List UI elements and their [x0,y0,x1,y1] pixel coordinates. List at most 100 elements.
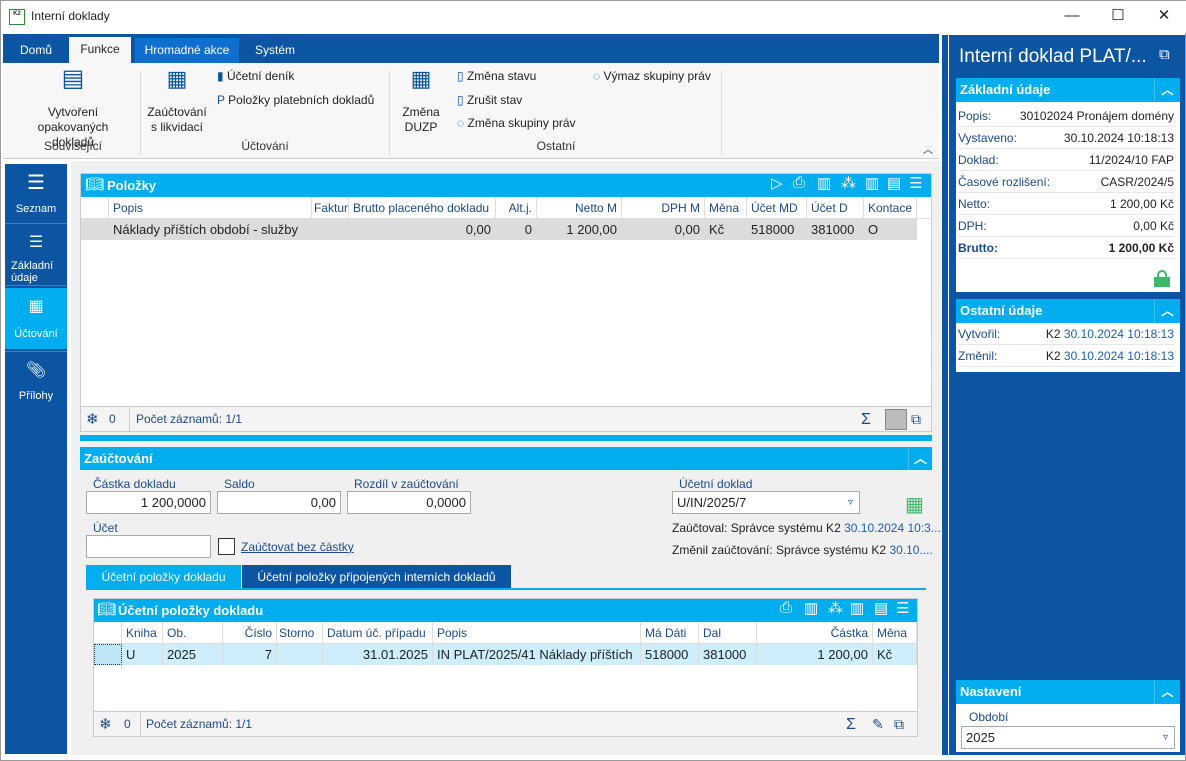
column-header[interactable]: Kniha [122,622,163,644]
zauctovani-s-likvidaci-button[interactable]: ▦ Zaúčtování s likvidací [143,68,211,135]
list-icon: ☰ [28,234,44,251]
maximize-button[interactable]: ☐ [1095,1,1141,31]
bez-castky-checkbox[interactable] [218,538,235,555]
zmena-duzp-button[interactable]: ▦ Změna DUZP [395,68,447,135]
cell-mena: Kč [705,219,747,240]
saldo-input[interactable]: 0,00 [217,491,341,514]
column-header[interactable]: Dal [699,622,757,644]
minimize-button[interactable]: — [1049,1,1095,31]
ucetni-denik-button[interactable]: ▮ Účetní deník [217,69,294,83]
tab-system[interactable]: Systém [243,38,307,63]
zmena-stavu-button[interactable]: ▯ Změna stavu [457,69,536,83]
excel-icon[interactable]: ▤ [887,174,901,192]
panel-splitter[interactable] [942,35,948,755]
obdobi-select[interactable]: 2025 ▿ [961,726,1175,749]
table-row[interactable]: U 2025 7 31.01.2025 IN PLAT/2025/41 Nákl… [94,644,917,665]
sidebar-item-uctovani[interactable]: ▦ Účtování [5,288,67,349]
tab-hromadne-akce[interactable]: Hromadné akce [135,38,239,63]
ucet-input[interactable] [86,535,211,558]
cell-altj: 0 [496,219,537,240]
tab-domu[interactable]: Domů [11,38,61,63]
ucet-label: Účet [93,521,118,535]
castka-dokladu-input[interactable]: 1 200,0000 [86,491,211,514]
dropdown-icon: ▿ [1162,732,1168,743]
columns-icon[interactable]: ▥ [850,599,864,617]
chart-icon[interactable]: ▥ [817,174,831,192]
cell-netto: 1 200,00 [537,219,622,240]
filter-icon[interactable]: ⁂ [828,599,843,617]
close-button[interactable]: ✕ [1141,1,1186,31]
group-label-uctovani: Účtování [241,139,289,153]
edit-icon[interactable]: ✎ [872,712,884,737]
column-header[interactable]: Měna [705,197,747,219]
column-header[interactable]: Částka [757,622,873,644]
tab-pripojene-doklady[interactable]: Účetní položky připojených interních dok… [242,565,511,589]
print-icon[interactable]: ⎙ [780,599,792,616]
chart-icon[interactable]: ▥ [804,599,818,617]
column-header[interactable]: Faktur [312,197,349,219]
column-header[interactable]: Brutto placeného dokladu [349,197,496,219]
toggle-button[interactable] [885,409,907,430]
column-header[interactable]: Kontace [864,197,917,219]
column-header[interactable]: DPH M [622,197,705,219]
row-selector[interactable] [81,219,109,240]
open-external-icon[interactable]: ⧉ [1159,46,1170,63]
collapse-icon[interactable]: ︿ [1154,299,1180,323]
snowflake-icon[interactable]: ❄︎ [86,407,99,432]
ucetni-polozky-header: Účetní položky dokladu [94,599,917,622]
tab-ucetni-polozky[interactable]: Účetní položky dokladu [86,565,241,589]
tab-underline [86,588,926,590]
sum-icon[interactable]: Σ [846,712,856,737]
zmena-skupiny-prav-button[interactable]: ◌ Změna skupiny práv [457,116,576,130]
info-row: Netto: 1 200,00 Kč [958,193,1174,215]
p-icon: P [217,93,225,107]
excel-icon[interactable]: ▤ [874,599,888,617]
table-row[interactable]: Náklady příštích období - služby 0,00 0 … [81,219,917,240]
add-record-icon[interactable]: ⧉ [911,407,921,432]
title-bar: K2 Interní doklady — ☐ ✕ [1,1,1186,33]
column-header[interactable]: Číslo [223,622,277,644]
zakladni-udaje-header: Základní údaje ︿ [956,78,1180,102]
vymaz-skupiny-prav-button[interactable]: ◌ Výmaz skupiny práv [593,69,711,83]
column-header[interactable]: Storno [277,622,323,644]
column-header[interactable]: Popis [109,197,312,219]
row-selector[interactable] [94,644,122,665]
collapse-icon[interactable]: ︿ [908,447,932,470]
print-icon[interactable]: ⎙ [793,174,805,191]
filter-icon[interactable]: ⁂ [841,174,856,192]
column-header[interactable]: Alt.j. [496,197,537,219]
column-header[interactable]: Popis [433,622,641,644]
add-record-icon[interactable]: ⧉ [894,712,904,737]
column-header[interactable]: Ob. [163,622,223,644]
tab-funkce[interactable]: Funkce [69,37,131,64]
menu-icon[interactable]: ☰ [909,174,922,192]
collapse-icon[interactable]: ︿ [1154,78,1180,102]
sidebar-item-zakladni-udaje[interactable]: ☰ Základní údaje [5,226,67,286]
column-header[interactable]: Má Dáti [641,622,699,644]
menu-icon[interactable]: ☰ [896,599,909,617]
polozky-platebnich-dokladu-button[interactable]: P Položky platebních dokladů [217,93,374,107]
collapse-icon[interactable]: ︿ [1154,680,1180,704]
column-header[interactable]: Měna [873,622,917,644]
paperclip-icon: 📎︎ [25,362,47,379]
rozdil-input[interactable]: 0,0000 [347,491,471,514]
play-icon[interactable]: ▷ [771,174,783,192]
zauctoval-date: 30.10.2024 10:3... [844,521,941,535]
rozdil-label: Rozdíl v zaúčtování [354,477,459,491]
calculator-icon[interactable]: ▦ [905,492,924,517]
collapse-ribbon-icon[interactable]: ︿ [923,141,933,156]
splitter[interactable] [80,435,932,441]
sidebar-item-seznam[interactable]: ☰ Seznam [5,166,67,224]
sum-icon[interactable]: Σ [861,407,871,432]
ucetni-doklad-select[interactable]: U/IN/2025/7 ▿ [672,491,860,514]
sidebar-item-prilohy[interactable]: 📎︎ Přílohy [5,351,67,411]
column-header[interactable]: Datum úč. případu [323,622,433,644]
bez-castky-label[interactable]: Zaúčtovat bez částky [241,540,354,554]
column-header[interactable]: Netto M [537,197,622,219]
snowflake-icon[interactable]: ❄︎ [99,712,112,737]
nastaveni-header: Nastavení ︿ [956,680,1180,704]
column-header[interactable]: Účet MD [747,197,807,219]
columns-icon[interactable]: ▥ [865,174,879,192]
zrusit-stav-button[interactable]: ▯ Zrušit stav [457,93,522,107]
column-header[interactable]: Účet D [807,197,864,219]
